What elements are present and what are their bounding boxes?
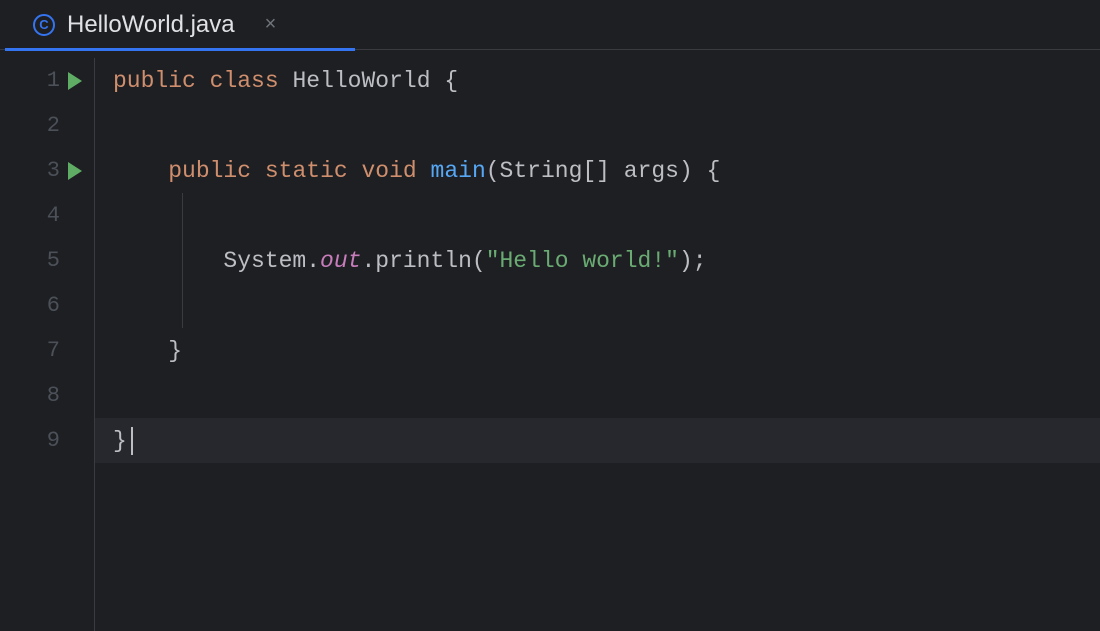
class-file-icon: C	[33, 14, 55, 36]
gutter-line[interactable]: 8	[0, 373, 94, 418]
line-number: 4	[30, 203, 60, 228]
tab-filename: HelloWorld.java	[67, 11, 235, 39]
punct-token: );	[679, 248, 707, 274]
code-line[interactable]	[113, 373, 1100, 418]
gutter-line[interactable]: 7	[0, 328, 94, 373]
field-token: out	[320, 248, 361, 274]
run-icon[interactable]	[68, 72, 82, 90]
code-line[interactable]	[113, 193, 1100, 238]
method-token: main	[431, 158, 486, 184]
gutter-line[interactable]: 4	[0, 193, 94, 238]
file-tab[interactable]: C HelloWorld.java ×	[15, 0, 294, 50]
line-number: 6	[30, 293, 60, 318]
line-number: 7	[30, 338, 60, 363]
line-number: 9	[30, 428, 60, 453]
indent-guide	[182, 283, 183, 328]
keyword-token: public	[113, 68, 196, 94]
text-cursor	[131, 427, 133, 455]
classname-token: HelloWorld	[292, 68, 430, 94]
line-number: 2	[30, 113, 60, 138]
gutter-line[interactable]: 3	[0, 148, 94, 193]
keyword-token: void	[362, 158, 417, 184]
string-token: "Hello world!"	[486, 248, 679, 274]
code-line[interactable]: public static void main(String[] args) {	[113, 148, 1100, 193]
line-number: 3	[30, 158, 60, 183]
code-editor: 1 2 3 4 5 6 7 8	[0, 50, 1100, 631]
method-call-token: .println(	[361, 248, 485, 274]
gutter-line[interactable]: 9	[0, 418, 94, 463]
active-tab-indicator	[5, 48, 355, 51]
run-icon[interactable]	[68, 162, 82, 180]
brace-token: {	[444, 68, 458, 94]
gutter-line[interactable]: 5	[0, 238, 94, 283]
tab-bar: C HelloWorld.java ×	[0, 0, 1100, 50]
brace-token: }	[113, 428, 127, 454]
code-line-current[interactable]: }	[95, 418, 1100, 463]
line-number: 5	[30, 248, 60, 273]
keyword-token: static	[265, 158, 348, 184]
gutter-line[interactable]: 1	[0, 58, 94, 103]
close-tab-icon[interactable]: ×	[265, 13, 277, 36]
gutter-line[interactable]: 2	[0, 103, 94, 148]
indent-guide	[182, 193, 183, 238]
params-token: (String[] args) {	[486, 158, 721, 184]
gutter-line[interactable]: 6	[0, 283, 94, 328]
code-line[interactable]: System.out.println("Hello world!");	[113, 238, 1100, 283]
code-area[interactable]: public class HelloWorld { public static …	[95, 58, 1100, 631]
keyword-token: class	[210, 68, 279, 94]
indent-guide	[182, 238, 183, 283]
code-line[interactable]	[113, 103, 1100, 148]
code-line[interactable]	[113, 283, 1100, 328]
line-number: 1	[30, 68, 60, 93]
keyword-token: public	[168, 158, 251, 184]
line-number: 8	[30, 383, 60, 408]
identifier-token: System.	[223, 248, 320, 274]
brace-token: }	[168, 338, 182, 364]
code-line[interactable]: public class HelloWorld {	[113, 58, 1100, 103]
code-line[interactable]: }	[113, 328, 1100, 373]
gutter: 1 2 3 4 5 6 7 8	[0, 58, 95, 631]
